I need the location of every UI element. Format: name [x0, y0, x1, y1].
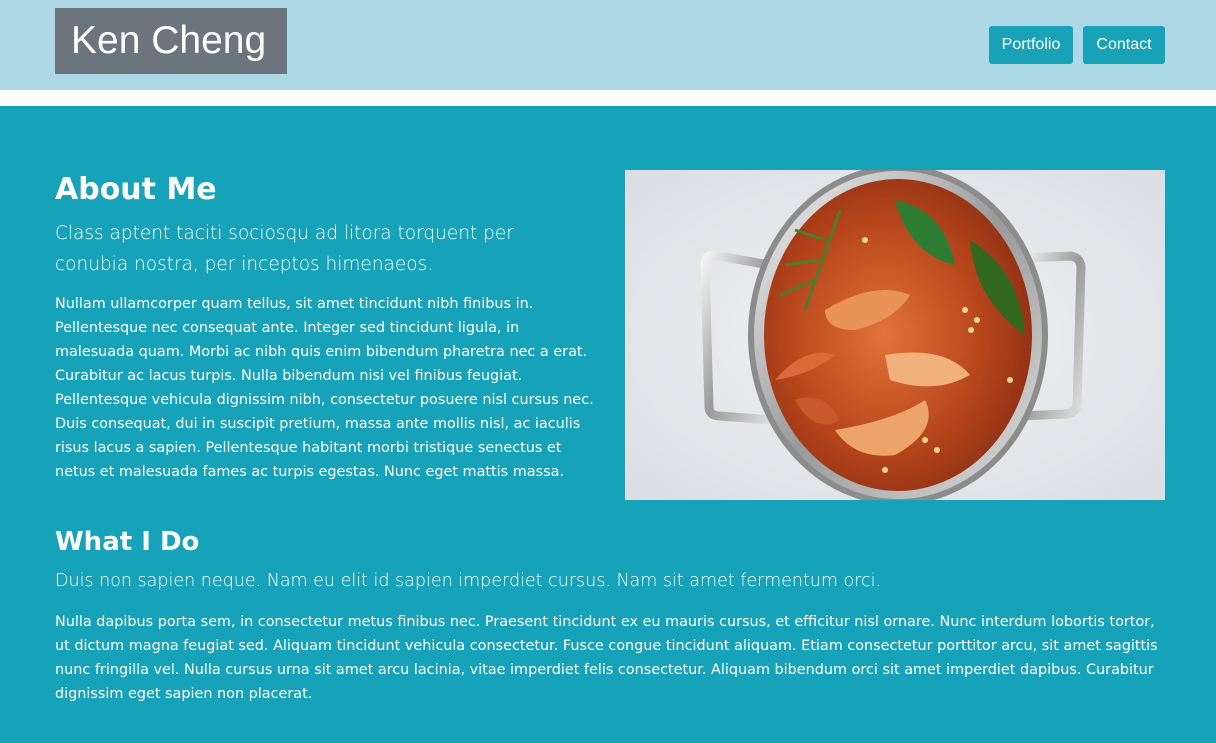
about-body: Nullam ullamcorper quam tellus, sit amet…	[55, 296, 594, 480]
what-lead: Duis non sapien neque. Nam eu elit id sa…	[55, 571, 882, 591]
what-body: Nulla dapibus porta sem, in consectetur …	[55, 614, 1158, 702]
soup-pot-photo	[625, 170, 1165, 500]
what-title: What I Do	[55, 527, 200, 557]
about-title: About Me	[55, 172, 217, 207]
main-content: About Me Class aptent taciti sociosqu ad…	[0, 106, 1216, 743]
about-lead: Class aptent taciti sociosqu ad litora t…	[55, 223, 514, 275]
nav-portfolio-button[interactable]: Portfolio	[989, 26, 1073, 64]
nav-contact-button[interactable]: Contact	[1083, 26, 1165, 64]
site-logo[interactable]: Ken Cheng	[55, 8, 287, 74]
site-header: Ken Cheng Portfolio Contact	[0, 0, 1216, 90]
soup-pot-image	[625, 170, 1165, 500]
